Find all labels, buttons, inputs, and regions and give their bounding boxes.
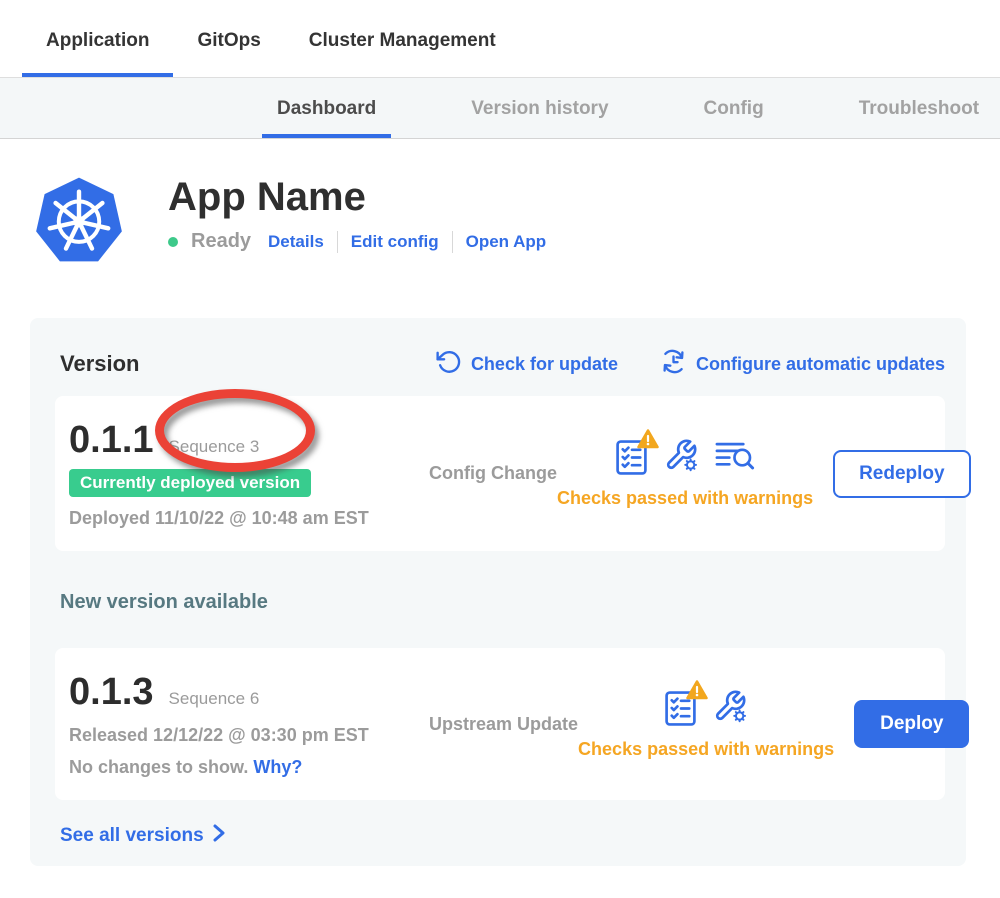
tab-application[interactable]: Application: [22, 0, 173, 77]
secondary-nav: Dashboard Version history Config Trouble…: [0, 77, 1000, 139]
chevron-right-icon: [211, 822, 227, 850]
edit-config-link[interactable]: Edit config: [351, 232, 439, 252]
released-timestamp: Released 12/12/22 @ 03:30 pm EST: [69, 725, 415, 746]
current-version-row: 0.1.1 Sequence 3: [69, 419, 415, 462]
open-app-link[interactable]: Open App: [466, 232, 547, 252]
app-header: App Name Ready Details Edit config Open …: [35, 175, 1000, 268]
tab-gitops[interactable]: GitOps: [173, 0, 284, 77]
new-version-heading: New version available: [60, 591, 945, 614]
version-panel: Version Check for update: [30, 318, 966, 866]
check-for-update-link[interactable]: Check for update: [436, 349, 618, 380]
current-version-card: 0.1.1 Sequence 3 Currently deployed vers…: [55, 396, 945, 551]
no-changes-text: No changes to show.: [69, 757, 248, 777]
clock-sync-icon: [660, 348, 687, 380]
warning-triangle-icon: [686, 680, 708, 705]
preflight-checks-icon[interactable]: [665, 691, 696, 726]
available-version-meta: 0.1.3 Sequence 6 Released 12/12/22 @ 03:…: [69, 671, 415, 778]
checks-status-text: Checks passed with warnings: [578, 739, 834, 760]
wrench-gear-icon[interactable]: [713, 689, 747, 728]
tab-troubleshoot-label: Troubleshoot: [859, 98, 979, 120]
check-for-update-label: Check for update: [471, 354, 618, 375]
warning-triangle-icon: [637, 429, 659, 454]
preflight-checks-icon[interactable]: [616, 440, 647, 475]
tab-troubleshoot[interactable]: Troubleshoot: [844, 78, 994, 138]
tab-dashboard[interactable]: Dashboard: [262, 78, 391, 138]
refresh-icon: [436, 349, 462, 380]
page-title: App Name: [168, 175, 546, 219]
current-version-icons: [616, 438, 755, 477]
app-status-row: Ready Details Edit config Open App: [168, 230, 546, 253]
divider: [337, 231, 338, 253]
version-panel-title: Version: [60, 351, 139, 377]
available-version-status-block: Checks passed with warnings: [578, 689, 834, 760]
app-header-text: App Name Ready Details Edit config Open …: [168, 175, 546, 268]
tab-version-history[interactable]: Version history: [456, 78, 623, 138]
current-version-type: Config Change: [429, 463, 557, 484]
available-version-card: 0.1.3 Sequence 6 Released 12/12/22 @ 03:…: [55, 648, 945, 800]
details-link[interactable]: Details: [268, 232, 324, 252]
current-version-sequence: Sequence 3: [169, 437, 260, 457]
configure-automatic-updates-label: Configure automatic updates: [696, 354, 945, 375]
available-version-icons: [665, 689, 747, 728]
tab-dashboard-label: Dashboard: [277, 98, 376, 120]
primary-nav: Application GitOps Cluster Management: [0, 0, 1000, 77]
available-version-type: Upstream Update: [429, 714, 578, 735]
version-panel-header: Version Check for update: [55, 348, 945, 380]
configure-automatic-updates-link[interactable]: Configure automatic updates: [660, 348, 945, 380]
tab-config-label: Config: [704, 98, 764, 120]
tab-gitops-label: GitOps: [197, 30, 260, 52]
available-version-sequence: Sequence 6: [169, 689, 260, 709]
tab-application-label: Application: [46, 30, 149, 52]
wrench-gear-icon[interactable]: [664, 438, 698, 477]
tab-version-history-label: Version history: [471, 98, 608, 120]
tab-config[interactable]: Config: [689, 78, 779, 138]
redeploy-button[interactable]: Redeploy: [833, 450, 971, 498]
divider: [452, 231, 453, 253]
tab-cluster-management-label: Cluster Management: [309, 30, 496, 52]
view-logs-icon[interactable]: [715, 440, 755, 476]
tab-cluster-management[interactable]: Cluster Management: [285, 0, 520, 77]
available-version-row: 0.1.3 Sequence 6: [69, 671, 415, 714]
available-version-number: 0.1.3: [69, 671, 154, 714]
current-version-number: 0.1.1: [69, 419, 154, 462]
why-link[interactable]: Why?: [253, 757, 302, 777]
deploy-button[interactable]: Deploy: [854, 700, 969, 748]
see-all-versions-link[interactable]: See all versions: [60, 822, 945, 850]
status-dot-icon: [168, 237, 178, 247]
deployed-timestamp: Deployed 11/10/22 @ 10:48 am EST: [69, 508, 415, 529]
current-version-status-block: Checks passed with warnings: [557, 438, 813, 509]
checks-status-text: Checks passed with warnings: [557, 488, 813, 509]
status-text: Ready: [191, 230, 251, 253]
no-changes-line: No changes to show. Why?: [69, 757, 415, 778]
kubernetes-logo-icon: [35, 175, 123, 268]
current-version-meta: 0.1.1 Sequence 3 Currently deployed vers…: [69, 419, 415, 529]
currently-deployed-badge: Currently deployed version: [69, 469, 311, 497]
version-panel-actions: Check for update Configure automatic upd…: [436, 348, 945, 380]
see-all-versions-label: See all versions: [60, 825, 204, 847]
